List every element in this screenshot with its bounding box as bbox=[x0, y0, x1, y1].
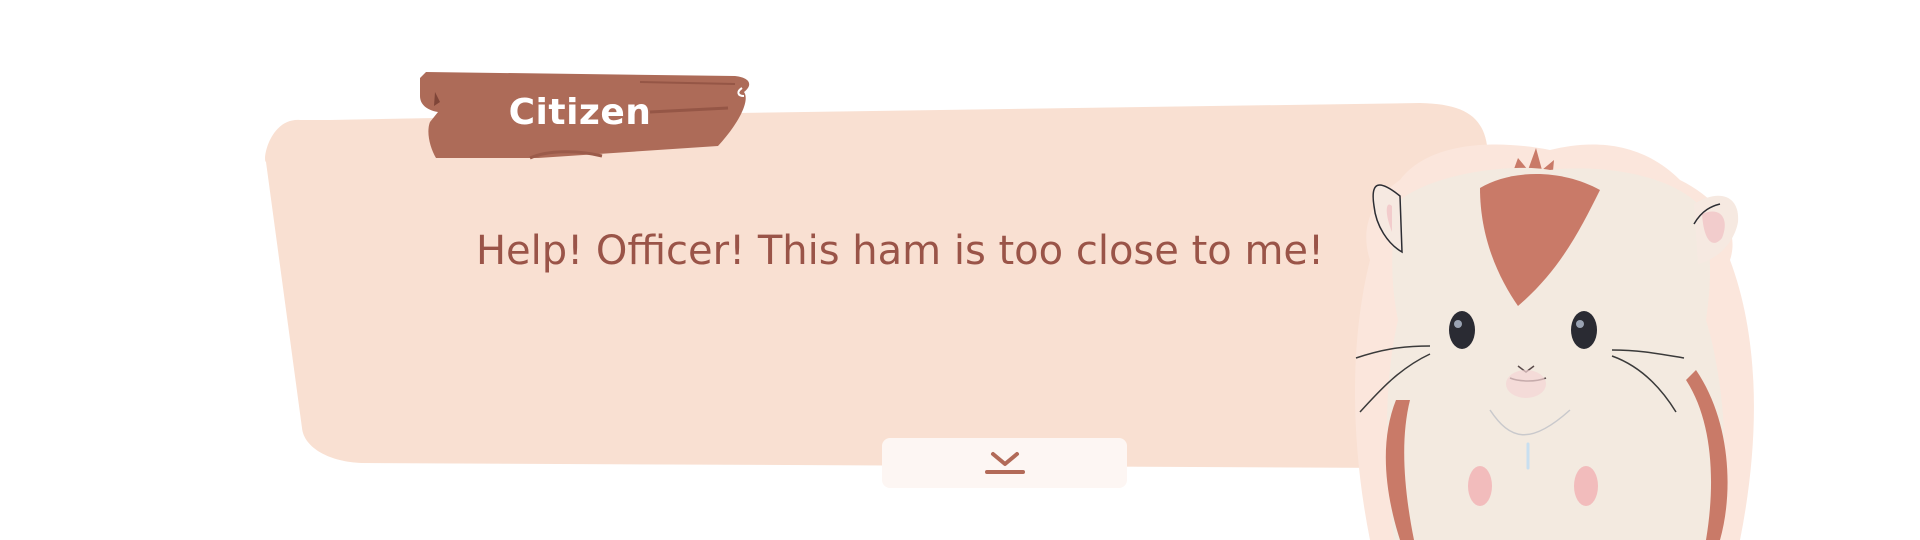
hamster-portrait bbox=[1355, 144, 1754, 540]
chevron-down-bar-icon bbox=[984, 452, 1025, 474]
dialogue-scene: Citizen Help! Officer! This ham is too c… bbox=[0, 0, 1920, 540]
dialogue-text: Help! Officer! This ham is too close to … bbox=[475, 228, 1325, 274]
advance-dialogue-button[interactable] bbox=[882, 438, 1127, 488]
speaker-name: Citizen bbox=[508, 91, 652, 133]
